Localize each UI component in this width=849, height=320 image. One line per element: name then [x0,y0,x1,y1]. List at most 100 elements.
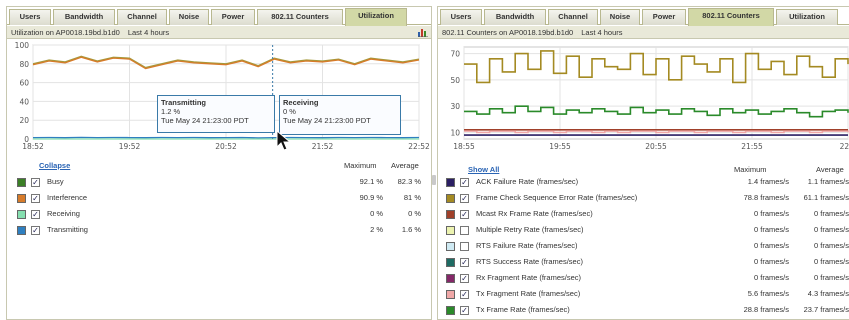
avg-column-header: Average [816,165,844,174]
series-max: 5.6 frames/s [747,289,789,298]
legend-row: ✓ Tx Frame Rate (frames/sec) 28.8 frames/s… [438,303,849,317]
mouse-cursor-icon [276,130,292,151]
tab-users[interactable]: Users [9,9,51,25]
series-max: 78.8 frames/s [743,193,789,202]
color-swatch[interactable] [446,178,455,187]
counters-panel: Users Bandwidth Channel Noise Power 802.… [437,6,849,320]
series-avg: 0 frames/s [813,241,849,250]
series-max: 0 frames/s [753,241,789,250]
tab-80211-counters[interactable]: 802.11 Counters [257,9,343,25]
tab-noise[interactable]: Noise [600,9,640,25]
color-swatch[interactable] [446,290,455,299]
tooltip-rx-value: 0 % [283,107,296,116]
series-avg: 82.3 % [397,177,421,186]
x-tick-label: 22:52 [408,142,430,151]
tooltip-rx-title: Receiving [283,98,319,107]
series-label: RTS Failure Rate (frames/sec) [476,241,578,250]
tab-80211-counters[interactable]: 802.11 Counters [688,8,774,26]
series-max: 2 % [370,225,383,234]
legend-row: ✓ Receiving 0 % 0 % [7,207,431,221]
y-tick-label: 60 [19,79,29,88]
color-swatch[interactable] [446,258,455,267]
series-checkbox[interactable]: ✓ [460,210,469,219]
color-swatch[interactable] [446,242,455,251]
color-swatch[interactable] [446,226,455,235]
series-label: Frame Check Sequence Error Rate (frames/… [476,193,638,202]
x-tick-label: 18:55 [453,142,475,151]
max-column-header: Maximum [734,165,767,174]
tooltip-tx-value: 1.2 % [161,107,181,116]
color-swatch[interactable] [17,194,26,203]
color-swatch[interactable] [446,274,455,283]
series-avg: 4.3 frames/s [807,289,849,298]
tab-users[interactable]: Users [440,9,482,25]
series-checkbox[interactable]: ✓ [460,306,469,315]
series-avg: 61.1 frames/s [803,193,849,202]
avg-column-header: Average [391,161,419,170]
series-max: 0 % [370,209,383,218]
series-label: Receiving [47,209,80,218]
tab-bandwidth[interactable]: Bandwidth [53,9,115,25]
tab-utilization[interactable]: Utilization [345,8,407,26]
y-tick-label: 50 [450,76,460,85]
series-checkbox[interactable]: ✓ [460,290,469,299]
collapse-link[interactable]: Collapse [39,161,70,170]
counters-chart-svg: 10 30 50 70 18:55 19:55 20:55 21:55 22:5 [450,46,849,151]
chart-title: 802.11 Counters on AP0018.19bd.b1d0 [442,28,574,37]
tab-channel[interactable]: Channel [548,9,598,25]
tab-power[interactable]: Power [211,9,255,25]
tooltip-receiving: Receiving 0 % Tue May 24 21:23:00 PDT [279,95,401,135]
time-range: Last 4 hours [581,28,623,37]
tab-utilization[interactable]: Utilization [776,9,838,25]
color-swatch[interactable] [446,306,455,315]
series-checkbox[interactable]: ✓ [31,178,40,187]
series-avg: 23.7 frames/s [803,305,849,314]
show-all-link[interactable]: Show All [468,165,499,174]
series-checkbox[interactable]: ✓ [460,178,469,187]
legend-row: ✓ Rx Fragment Rate (frames/sec) 0 frames/s… [438,271,849,285]
tooltip-tx-time: Tue May 24 21:23:00 PDT [161,116,249,125]
series-label: Interference [47,193,88,202]
bar-chart-icon[interactable] [418,28,428,37]
legend-row: ✓ ACK Failure Rate (frames/sec) 1.4 frames… [438,175,849,189]
x-tick-label: 21:55 [741,142,763,151]
y-tick-label: 40 [19,97,29,106]
tab-channel[interactable]: Channel [117,9,167,25]
color-swatch[interactable] [17,178,26,187]
legend-row: ✓ RTS Success Rate (frames/sec) 0 frames/s… [438,255,849,269]
series-avg: 0 frames/s [813,225,849,234]
tooltip-rx-time: Tue May 24 21:23:00 PDT [283,116,371,125]
x-tick-label: 22:5 [840,142,849,151]
series-avg: 0 frames/s [813,257,849,266]
series-avg: 0 frames/s [813,209,849,218]
legend-row: ✓ Transmitting 2 % 1.6 % [7,223,431,237]
color-swatch[interactable] [17,210,26,219]
tab-bandwidth[interactable]: Bandwidth [484,9,546,25]
color-swatch[interactable] [17,226,26,235]
legend-row: RTS Failure Rate (frames/sec) 0 frames/s 0… [438,239,849,253]
series-checkbox[interactable]: ✓ [460,194,469,203]
chart-subheader: 802.11 Counters on AP0018.19bd.b1d0 Last … [438,26,849,39]
legend-row: ✓ Mcast Rx Frame Rate (frames/sec) 0 frame… [438,207,849,221]
series-checkbox[interactable] [460,226,469,235]
legend-row: ✓ Frame Check Sequence Error Rate (frames… [438,191,849,205]
color-swatch[interactable] [446,210,455,219]
counters-chart: 10 30 50 70 18:55 19:55 20:55 21:55 22:5 [438,41,849,157]
legend-row: ✓ Busy 92.1 % 82.3 % [7,175,431,189]
splitter-handle[interactable] [432,175,436,185]
series-checkbox[interactable]: ✓ [31,226,40,235]
series-checkbox[interactable] [460,242,469,251]
series-checkbox[interactable]: ✓ [31,210,40,219]
tab-noise[interactable]: Noise [169,9,209,25]
time-range: Last 4 hours [127,28,170,37]
series-max: 0 frames/s [753,273,789,282]
y-tick-label: 20 [19,116,29,125]
series-label: Transmitting [47,225,88,234]
tab-power[interactable]: Power [642,9,686,25]
color-swatch[interactable] [446,194,455,203]
series-checkbox[interactable]: ✓ [460,274,469,283]
utilization-panel: Users Bandwidth Channel Noise Power 802.… [6,6,432,320]
series-checkbox[interactable]: ✓ [460,258,469,267]
y-tick-label: 30 [450,102,460,111]
series-checkbox[interactable]: ✓ [31,194,40,203]
